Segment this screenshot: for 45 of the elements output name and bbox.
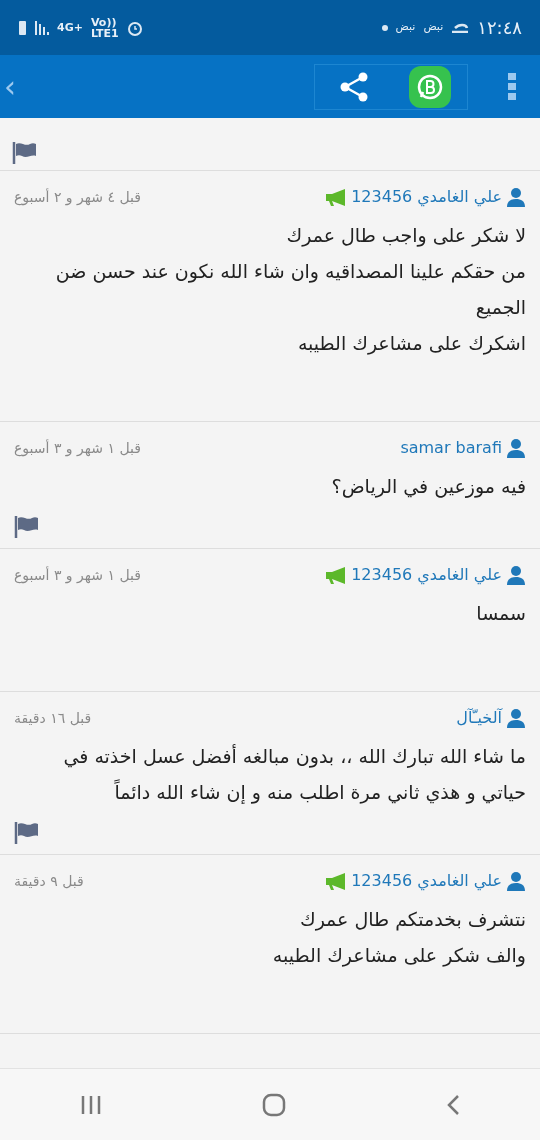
comment-text: من حقكم علينا المصداقيه وان شاء الله نكون عند حسن ضن الجميع <box>54 259 526 321</box>
menu-icon <box>508 72 516 101</box>
post-time: قبل ١ شهر و ٣ أسبوع <box>14 438 141 459</box>
battery-icon <box>18 19 27 36</box>
comment-text: سمسا <box>475 601 526 626</box>
home-icon[interactable] <box>262 1092 286 1117</box>
user-icon <box>506 565 526 585</box>
flag-icon[interactable] <box>14 820 40 844</box>
network-type: 4G+ <box>57 22 83 33</box>
comment-text: نتشرف بخدمتكم طال عمرك <box>298 907 526 933</box>
comment-text: والف شكر على مشاعرك الطيبه <box>271 943 526 969</box>
comment-text: فيه موزعين في الرياض؟ <box>330 474 526 500</box>
comment-text: اشكرك على مشاعرك الطيبه <box>296 331 526 357</box>
app-icon <box>451 22 470 33</box>
chat-bubble-icon <box>409 65 451 108</box>
author-name[interactable]: علي الغامدي 123456 <box>351 869 502 893</box>
back-icon[interactable] <box>446 1093 460 1116</box>
post-time: قبل ٩ دقيقة <box>14 871 84 891</box>
notification-label: نبض <box>423 19 444 36</box>
user-icon <box>506 438 526 458</box>
post-time: قبل ١٦ دقيقة <box>14 708 92 728</box>
user-icon <box>506 708 526 728</box>
comment-text: لا شكر على واجب طال عمرك <box>285 223 526 249</box>
post-time: قبل ٤ شهر و ٢ أسبوع <box>14 187 141 208</box>
author-name[interactable]: علي الغامدي 123456 <box>351 563 502 587</box>
signal-icon <box>35 20 49 35</box>
user-icon <box>506 871 526 891</box>
comment-text: ما شاء الله تبارك الله ،، بدون مبالغه أفضل عسل اخذته في حياتي و هذي ثاني مرة اطلب منه و إن شاء الله دائماً <box>62 743 526 806</box>
lte-label: LTE1 <box>90 27 119 39</box>
post-time: قبل ١ شهر و ٣ أسبوع <box>14 565 141 586</box>
user-icon <box>506 187 526 207</box>
flag-icon[interactable] <box>14 514 40 538</box>
author-name[interactable]: آلخيـّآل <box>456 706 502 730</box>
alarm-icon <box>126 19 143 36</box>
volte-label: Vo)) <box>90 16 117 28</box>
recent-apps-icon[interactable] <box>80 1093 102 1116</box>
share-icon <box>339 71 369 102</box>
notification-label: نبض <box>395 19 416 36</box>
dot-icon <box>381 24 388 31</box>
flag-icon[interactable] <box>12 140 38 164</box>
menu-button[interactable] <box>508 72 516 101</box>
author-name[interactable]: علي الغامدي 123456 <box>351 185 502 209</box>
author-name[interactable]: samar barafi <box>400 436 502 460</box>
back-button[interactable]: ‹ <box>4 71 16 102</box>
clock: ١٢:٤٨ <box>477 16 522 40</box>
